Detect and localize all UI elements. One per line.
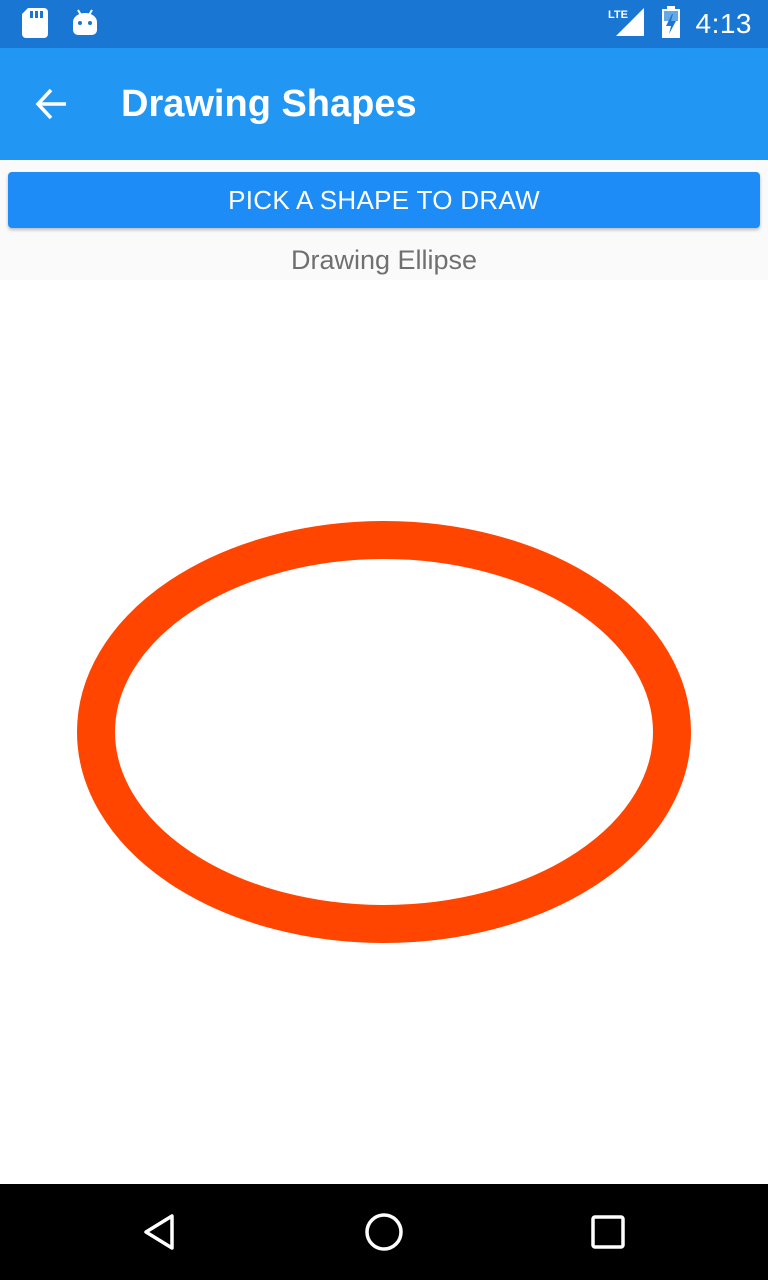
controls-area: PICK A SHAPE TO DRAW Drawing Ellipse bbox=[0, 160, 768, 280]
nav-back-button[interactable] bbox=[132, 1204, 188, 1260]
back-button[interactable] bbox=[24, 76, 80, 132]
sd-card-icon bbox=[22, 8, 48, 43]
status-left bbox=[22, 8, 98, 43]
android-debug-icon bbox=[72, 8, 98, 43]
canvas-svg bbox=[77, 521, 691, 943]
arrow-back-icon bbox=[35, 88, 66, 120]
status-right: LTE 4:13 bbox=[608, 0, 753, 48]
app-bar: Drawing Shapes bbox=[0, 48, 768, 160]
navigation-bar bbox=[0, 1184, 768, 1280]
screen: LTE 4:13 Drawing Shapes PICK A SHAPE TO … bbox=[0, 0, 768, 1280]
svg-text:LTE: LTE bbox=[608, 9, 628, 21]
drawn-ellipse bbox=[77, 521, 691, 943]
nav-recents-button[interactable] bbox=[580, 1204, 636, 1260]
nav-home-button[interactable] bbox=[356, 1204, 412, 1260]
recents-square-icon bbox=[591, 1215, 625, 1249]
pick-shape-button[interactable]: PICK A SHAPE TO DRAW bbox=[8, 172, 760, 228]
battery-charging-icon bbox=[660, 5, 682, 43]
status-bar: LTE 4:13 bbox=[0, 0, 768, 48]
drawing-canvas[interactable] bbox=[0, 280, 768, 1184]
back-triangle-icon bbox=[144, 1214, 174, 1250]
drawing-status-label: Drawing Ellipse bbox=[290, 245, 478, 275]
home-circle-icon bbox=[365, 1213, 403, 1251]
signal-icon: LTE bbox=[608, 6, 646, 43]
status-time: 4:13 bbox=[695, 8, 752, 39]
page-title: Drawing Shapes bbox=[121, 83, 417, 125]
